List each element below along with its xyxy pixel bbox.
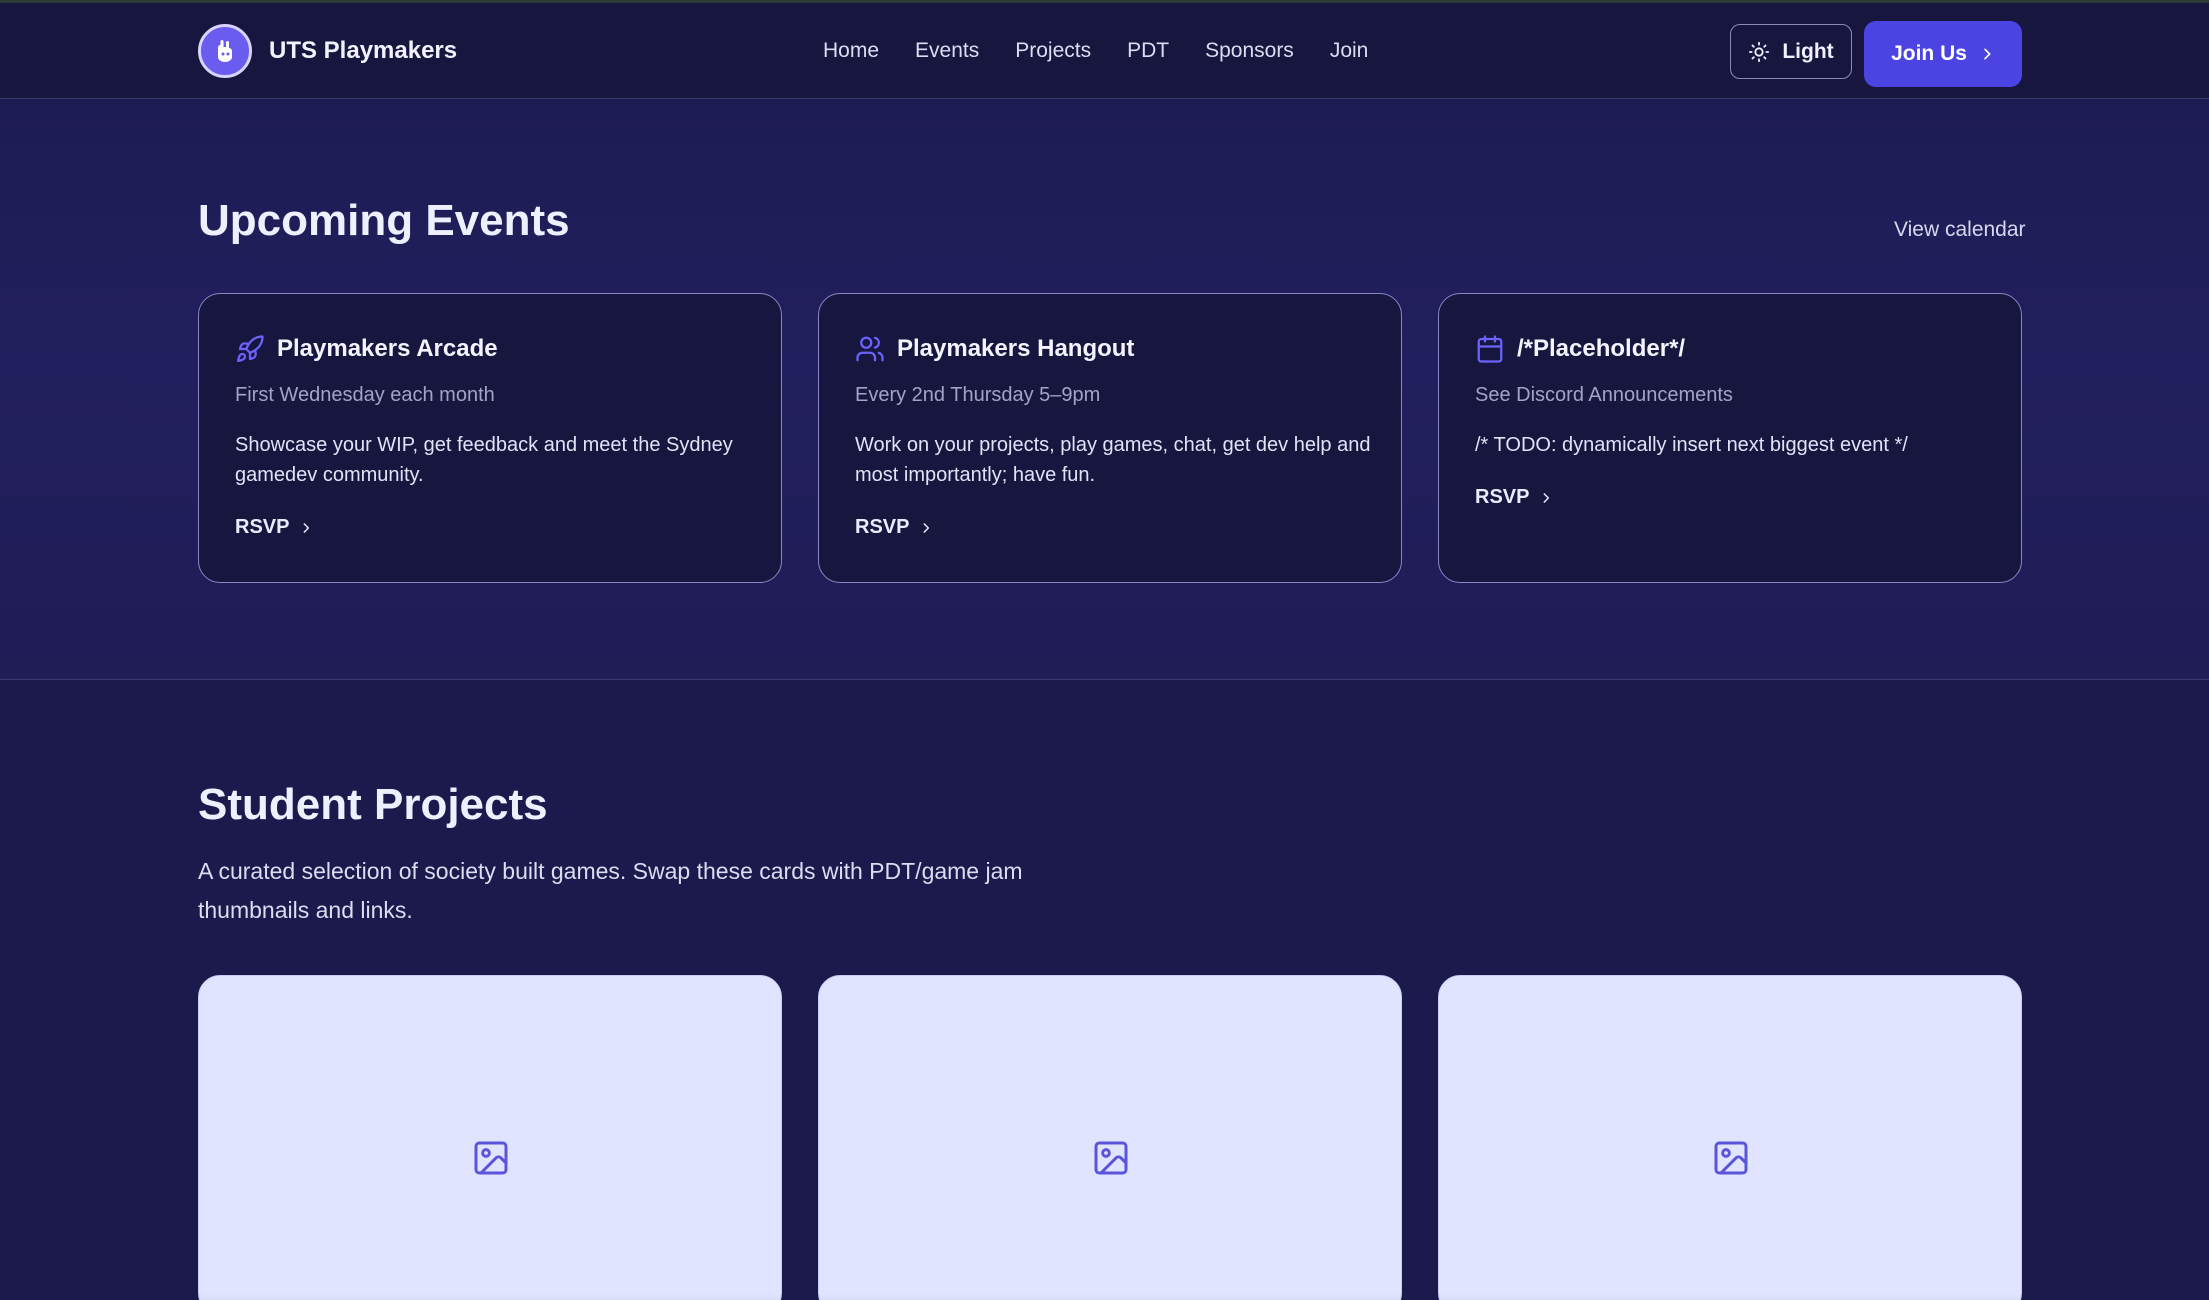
rsvp-link[interactable]: RSVP [235,516,313,539]
calendar-icon [1477,335,1503,363]
nav-pdt[interactable]: PDT [1127,39,1169,63]
event-card: /*Placeholder*/ See Discord Announcement… [1438,293,2022,583]
view-calendar-link[interactable]: View calendar [1894,218,2026,242]
theme-label: Light [1782,39,1834,63]
event-title: /*Placeholder*/ [1517,335,1686,362]
nav-projects[interactable]: Projects [1015,39,1091,63]
project-card[interactable] [818,975,1402,1300]
image-icon [1714,1141,1748,1175]
main-nav: Home Events Projects PDT Sponsors Join [823,39,1368,63]
rsvp-link[interactable]: RSVP [855,516,933,539]
event-title: Playmakers Arcade [277,335,498,362]
rsvp-label: RSVP [235,516,290,538]
events-section: Upcoming Events View calendar Playmakers… [0,100,2209,680]
events-heading: Upcoming Events [198,196,570,245]
card-shade [199,1294,781,1300]
project-card[interactable] [1438,975,2022,1300]
event-description: /* TODO: dynamically insert next biggest… [1475,434,1908,456]
rsvp-label: RSVP [1475,486,1530,508]
rsvp-label: RSVP [855,516,910,538]
theme-toggle-button[interactable]: Light [1730,24,1852,79]
event-schedule: Every 2nd Thursday 5–9pm [855,384,1101,406]
event-schedule: See Discord Announcements [1475,384,1733,406]
nav-events[interactable]: Events [915,39,979,63]
event-description: Showcase your WIP, get feedback and meet… [235,434,733,486]
nav-sponsors[interactable]: Sponsors [1205,39,1294,63]
join-label: Join Us [1891,42,1967,65]
event-description: Work on your projects, play games, chat,… [855,434,1371,486]
brand-name: UTS Playmakers [269,37,458,64]
site-header: UTS Playmakers Home Events Projects PDT … [0,3,2209,99]
brand[interactable]: UTS Playmakers [198,24,457,78]
chevron-right-icon [303,522,310,533]
logo-icon [198,24,252,78]
projects-heading: Student Projects [198,780,548,829]
chevron-right-icon [923,522,930,533]
event-card-header: Playmakers Hangout [855,334,1134,364]
event-card: Playmakers Hangout Every 2nd Thursday 5–… [818,293,1402,583]
rsvp-link[interactable]: RSVP [1475,486,1553,509]
project-card[interactable] [198,975,782,1300]
card-shade [819,1294,1401,1300]
event-card-header: /*Placeholder*/ [1475,334,1685,364]
image-icon [474,1141,508,1175]
event-card-header: Playmakers Arcade [235,334,498,364]
image-icon [1094,1141,1128,1175]
chevron-right-icon [1543,492,1550,503]
rocket-icon [237,335,264,362]
chevron-right-icon [1984,48,1991,60]
event-card: Playmakers Arcade First Wednesday each m… [198,293,782,583]
users-icon [856,336,884,362]
nav-home[interactable]: Home [823,39,879,63]
sun-icon [1749,41,1770,62]
event-title: Playmakers Hangout [897,335,1135,362]
join-us-button[interactable]: Join Us [1864,21,2022,87]
nav-join[interactable]: Join [1330,39,1369,63]
card-shade [1439,1294,2021,1300]
event-schedule: First Wednesday each month [235,384,495,406]
projects-description: A curated selection of society built gam… [198,858,1023,923]
